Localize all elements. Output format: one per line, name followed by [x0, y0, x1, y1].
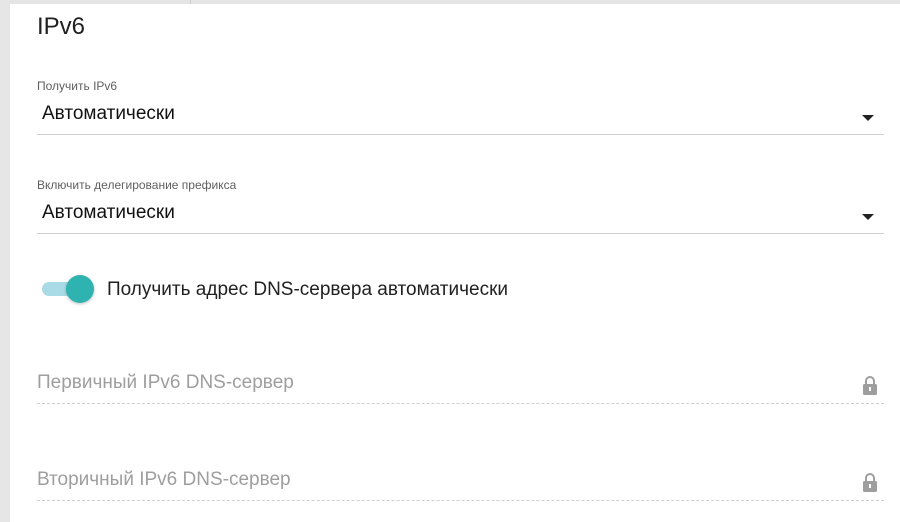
- secondary-dns-field: Вторичный IPv6 DNS-сервер: [37, 460, 884, 501]
- toggle-knob: [66, 275, 94, 303]
- ipv6-mode-value: Автоматически: [42, 103, 175, 124]
- primary-dns-field: Первичный IPv6 DNS-сервер: [37, 363, 884, 404]
- ipv6-mode-field: Получить IPv6 Автоматически: [37, 78, 884, 135]
- lock-icon: [863, 376, 877, 395]
- primary-dns-placeholder: Первичный IPv6 DNS-сервер: [37, 372, 294, 393]
- section-title: IPv6: [37, 13, 86, 40]
- dns-auto-label: Получить адрес DNS-сервера автоматически: [107, 279, 509, 300]
- caret-down-icon: [862, 115, 874, 121]
- dns-auto-toggle[interactable]: [42, 274, 94, 304]
- left-border: [0, 0, 10, 522]
- prefix-delegation-select[interactable]: Автоматически: [37, 193, 884, 234]
- ipv6-mode-label: Получить IPv6: [37, 79, 118, 93]
- prefix-delegation-label: Включить делегирование префикса: [37, 178, 237, 192]
- ipv6-settings-card: IPv6 Получить IPv6 Автоматически Включит…: [10, 4, 900, 522]
- prefix-delegation-field: Включить делегирование префикса Автомати…: [37, 177, 884, 234]
- secondary-dns-placeholder: Вторичный IPv6 DNS-сервер: [37, 469, 291, 490]
- ipv6-mode-select[interactable]: Автоматически: [37, 94, 884, 135]
- lock-icon: [863, 473, 877, 492]
- dns-auto-row: Получить адрес DNS-сервера автоматически: [42, 274, 742, 304]
- prefix-delegation-value: Автоматически: [42, 202, 175, 223]
- caret-down-icon: [862, 214, 874, 220]
